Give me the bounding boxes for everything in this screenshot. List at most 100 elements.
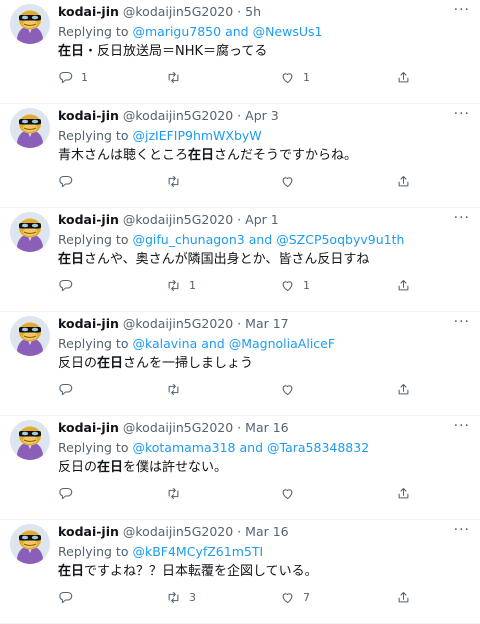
- retweet-button[interactable]: 3: [166, 588, 196, 606]
- avatar[interactable]: [10, 4, 50, 44]
- timestamp[interactable]: Mar 17: [245, 316, 288, 331]
- reply-button[interactable]: [58, 588, 81, 606]
- user-handle[interactable]: @kodaijin5G2020: [123, 316, 233, 331]
- timestamp[interactable]: Apr 3: [245, 108, 279, 123]
- heart-icon: [282, 488, 293, 499]
- reply-mention-2[interactable]: @NewsUs1: [253, 24, 323, 39]
- tweet-text-part-1: 青木さんは聴くところ: [58, 148, 189, 163]
- more-icon[interactable]: ···: [454, 418, 470, 434]
- tweet[interactable]: kodai-jin @kodaijin5G2020 · Apr 3 ··· Re…: [0, 104, 480, 208]
- share-button[interactable]: [396, 68, 411, 86]
- timestamp[interactable]: Mar 16: [245, 524, 288, 539]
- reply-button[interactable]: [58, 484, 81, 502]
- avatar[interactable]: [10, 212, 50, 252]
- reply-icon: [59, 383, 73, 395]
- reply-button[interactable]: [58, 380, 81, 398]
- timestamp[interactable]: 5h: [245, 4, 261, 19]
- avatar[interactable]: [10, 108, 50, 148]
- tweet-text: 在日さんや、奥さんが隣国出身とか、皆さん反日すね: [58, 251, 480, 269]
- avatar[interactable]: [10, 524, 50, 564]
- more-icon[interactable]: ···: [454, 106, 470, 122]
- like-button[interactable]: 7: [280, 588, 310, 606]
- tweet-text-part-2: さんだそうですからね。: [214, 148, 358, 163]
- tweet[interactable]: kodai-jin @kodaijin5G2020 · Mar 16 ··· R…: [0, 416, 480, 520]
- display-name[interactable]: kodai-jin: [58, 4, 119, 19]
- reply-and-label: and: [225, 24, 249, 39]
- tweet[interactable]: kodai-jin @kodaijin5G2020 · Apr 1 ··· Re…: [0, 208, 480, 312]
- avatar[interactable]: [10, 316, 50, 356]
- tweet[interactable]: kodai-jin @kodaijin5G2020 · Mar 16 ··· R…: [0, 520, 480, 624]
- display-name[interactable]: kodai-jin: [58, 524, 119, 539]
- tweet-text-bold-1: 在日: [58, 44, 85, 59]
- retweet-button[interactable]: 1: [166, 276, 196, 294]
- tweet-content: kodai-jin @kodaijin5G2020 · Apr 3 ··· Re…: [58, 106, 480, 165]
- tweet-content: kodai-jin @kodaijin5G2020 · Mar 16 ··· R…: [58, 522, 480, 581]
- reply-mention-1[interactable]: @kBF4MCyfZ61m5TI: [132, 544, 263, 559]
- user-handle[interactable]: @kodaijin5G2020: [123, 524, 233, 539]
- replying-to-label: Replying to: [58, 24, 129, 39]
- reply-mention-1[interactable]: @kalavina: [132, 336, 197, 351]
- tweet-content: kodai-jin @kodaijin5G2020 · Mar 16 ··· R…: [58, 418, 480, 477]
- more-icon[interactable]: ···: [454, 314, 470, 330]
- like-button[interactable]: [280, 380, 303, 398]
- more-icon[interactable]: ···: [454, 210, 470, 226]
- tweet-content: kodai-jin @kodaijin5G2020 · 5h ··· Reply…: [58, 2, 480, 61]
- like-button[interactable]: 1: [280, 276, 310, 294]
- tweet[interactable]: kodai-jin @kodaijin5G2020 · Mar 17 ··· R…: [0, 312, 480, 416]
- display-name[interactable]: kodai-jin: [58, 316, 119, 331]
- reply-mention-2[interactable]: @SZCP5oqbyv9u1th: [276, 232, 404, 247]
- reply-mention-2[interactable]: @Tara58348832: [267, 440, 369, 455]
- like-button[interactable]: [280, 484, 303, 502]
- share-icon: [398, 591, 409, 602]
- retweet-button[interactable]: [166, 68, 189, 86]
- more-icon[interactable]: ···: [454, 522, 470, 538]
- tweet-actions: [58, 484, 468, 502]
- reply-button[interactable]: [58, 172, 81, 190]
- reply-and-label: and: [201, 336, 225, 351]
- share-icon: [398, 175, 409, 186]
- replying-to: Replying to @jzIEFIP9hmWXbyW: [58, 127, 480, 144]
- share-button[interactable]: [396, 380, 411, 398]
- reply-button[interactable]: 1: [58, 68, 88, 86]
- timestamp[interactable]: Mar 16: [245, 420, 288, 435]
- like-button[interactable]: 1: [280, 68, 310, 86]
- display-name[interactable]: kodai-jin: [58, 108, 119, 123]
- retweet-button[interactable]: [166, 380, 189, 398]
- separator-dot: ·: [237, 524, 242, 539]
- share-button[interactable]: [396, 276, 411, 294]
- like-button[interactable]: [280, 172, 303, 190]
- share-button[interactable]: [396, 484, 411, 502]
- separator-dot: ·: [237, 108, 242, 123]
- reply-mention-1[interactable]: @jzIEFIP9hmWXbyW: [132, 128, 261, 143]
- tweet-actions: 1 1: [58, 276, 468, 294]
- share-button[interactable]: [396, 172, 411, 190]
- tweet-actions: [58, 172, 468, 190]
- reply-mention-1[interactable]: @kotamama318: [132, 440, 235, 455]
- reply-and-label: and: [239, 440, 264, 455]
- share-icon: [398, 71, 409, 82]
- separator-dot: ·: [237, 212, 242, 227]
- user-handle[interactable]: @kodaijin5G2020: [123, 4, 233, 19]
- display-name[interactable]: kodai-jin: [58, 420, 119, 435]
- timestamp[interactable]: Apr 1: [245, 212, 279, 227]
- reply-mention-1[interactable]: @gifu_chunagon3: [132, 232, 244, 247]
- share-icon: [398, 487, 409, 498]
- display-name[interactable]: kodai-jin: [58, 212, 119, 227]
- reply-mention-1[interactable]: @marigu7850: [132, 24, 221, 39]
- tweet-text-bold-2: 在日: [97, 356, 124, 371]
- more-icon[interactable]: ···: [454, 2, 470, 18]
- share-button[interactable]: [396, 588, 411, 606]
- reply-button[interactable]: [58, 276, 81, 294]
- tweet-actions: 1 1: [58, 68, 468, 86]
- user-handle[interactable]: @kodaijin5G2020: [123, 420, 233, 435]
- user-handle[interactable]: @kodaijin5G2020: [123, 108, 233, 123]
- tweet-text-part-1: ・反日放送局＝NHK＝腐ってる: [84, 44, 268, 59]
- replying-to-label: Replying to: [58, 336, 129, 351]
- avatar[interactable]: [10, 420, 50, 460]
- retweet-button[interactable]: [166, 172, 189, 190]
- retweet-button[interactable]: [166, 484, 189, 502]
- retweet-icon: [168, 591, 179, 603]
- tweet[interactable]: kodai-jin @kodaijin5G2020 · 5h ··· Reply…: [0, 0, 480, 104]
- user-handle[interactable]: @kodaijin5G2020: [123, 212, 233, 227]
- reply-mention-2[interactable]: @MagnoliaAliceF: [229, 336, 335, 351]
